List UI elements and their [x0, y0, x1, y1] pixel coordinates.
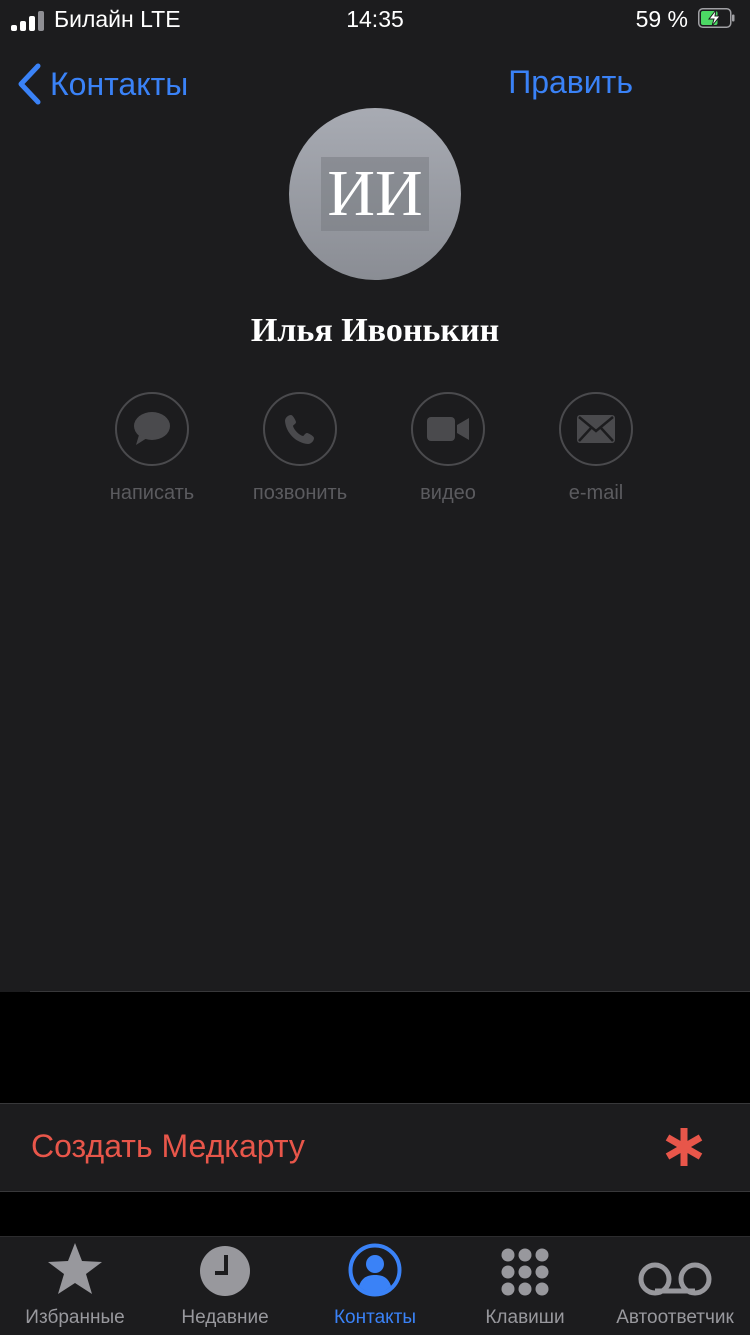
back-button[interactable]: Контакты	[16, 62, 188, 106]
phone-icon	[285, 415, 314, 444]
keypad-icon	[501, 1248, 549, 1296]
call-action-button[interactable]: позвонить	[230, 392, 370, 505]
battery-charging-icon	[698, 8, 735, 28]
tab-favorites-label: Избранные	[25, 1307, 125, 1328]
divider	[30, 991, 750, 992]
mail-action-button[interactable]: e-mail	[526, 392, 666, 505]
person-circle-icon	[348, 1243, 402, 1297]
video-icon	[427, 417, 469, 441]
tab-contacts-label: Контакты	[333, 1307, 417, 1328]
tab-bar: Избранные Недавние Контакты Клавиши Авто…	[0, 1236, 750, 1335]
message-action-label: написать	[109, 482, 195, 504]
chevron-left-icon	[18, 63, 41, 105]
message-icon	[134, 412, 170, 445]
star-icon	[48, 1243, 102, 1294]
tab-voicemail[interactable]: Автоответчик	[600, 1237, 750, 1335]
avatar-initials: ИИ	[321, 157, 429, 231]
create-medical-id-row[interactable]: Создать Медкарту	[0, 1103, 750, 1192]
tab-favorites[interactable]: Избранные	[0, 1237, 150, 1335]
message-action-button[interactable]: написать	[82, 392, 222, 505]
clock-icon	[200, 1246, 250, 1296]
status-bar: Билайн LTE 14:35 59 %	[0, 0, 750, 40]
tab-recents[interactable]: Недавние	[150, 1237, 300, 1335]
medical-asterisk-icon	[665, 1128, 703, 1166]
mail-action-label: e-mail	[568, 482, 624, 504]
tab-keypad[interactable]: Клавиши	[450, 1237, 600, 1335]
contact-name: Илья Ивонькин	[250, 312, 500, 349]
video-action-button[interactable]: видео	[378, 392, 518, 505]
create-medical-id-label: Создать Медкарту	[31, 1128, 305, 1164]
voicemail-icon	[638, 1262, 712, 1296]
mail-action-circle	[559, 392, 633, 466]
tab-keypad-label: Клавиши	[485, 1307, 565, 1328]
message-action-circle	[115, 392, 189, 466]
mail-icon	[577, 415, 615, 443]
tab-recents-label: Недавние	[181, 1307, 269, 1328]
tab-contacts[interactable]: Контакты	[300, 1237, 450, 1335]
video-action-circle	[411, 392, 485, 466]
battery-percent: 59 %	[635, 6, 688, 32]
video-action-label: видео	[420, 482, 476, 504]
avatar: ИИ	[289, 108, 461, 280]
edit-button[interactable]: Править	[508, 64, 633, 101]
call-action-label: позвонить	[252, 482, 348, 504]
call-action-circle	[263, 392, 337, 466]
tab-voicemail-label: Автоответчик	[616, 1307, 734, 1328]
back-button-label: Контакты	[50, 65, 189, 102]
